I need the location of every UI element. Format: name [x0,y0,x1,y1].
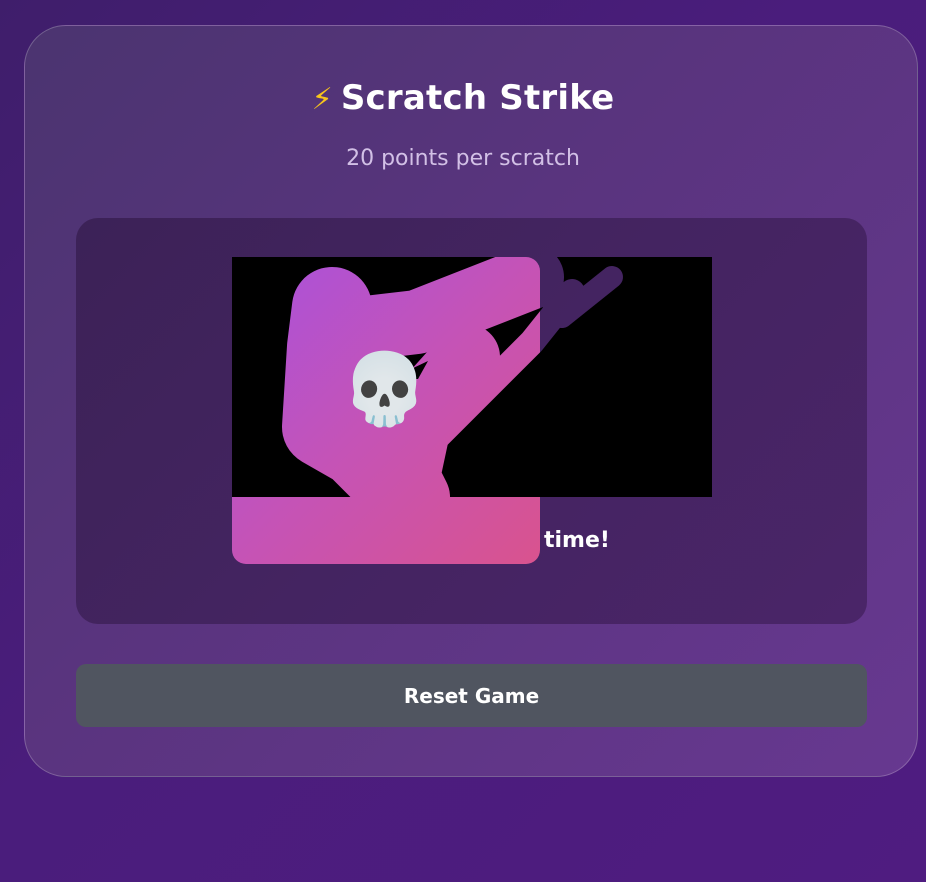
prize-text: time! [544,528,610,553]
scratch-cover-canvas[interactable] [232,257,712,497]
title-text: Scratch Strike [340,78,615,118]
lightning-bolt-icon: ⚡ [311,82,333,117]
points-subtitle: 20 points per scratch [346,146,580,171]
reset-game-button[interactable]: Reset Game [76,664,867,727]
page-title: ⚡ Scratch Strike [0,78,926,118]
scratch-cover [232,257,712,497]
skull-icon: 💀 [341,348,429,430]
